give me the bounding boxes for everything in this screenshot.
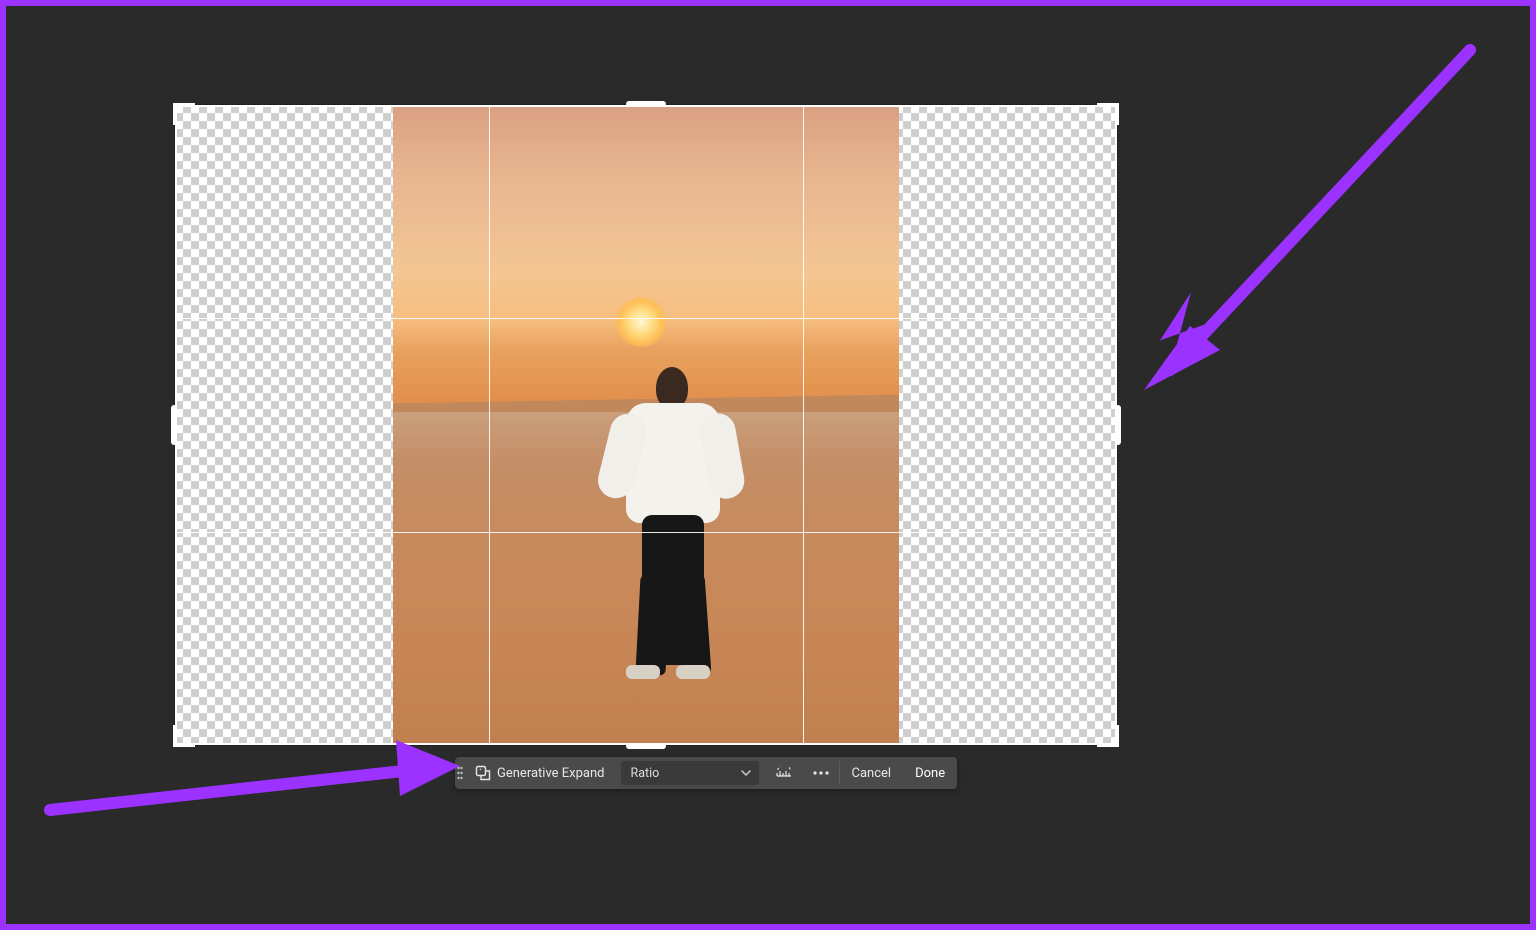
crop-handle-left[interactable] (171, 405, 177, 445)
crop-handle-right[interactable] (1115, 405, 1121, 445)
toolbar-drag-handle-icon[interactable] (455, 757, 465, 789)
crop-handle-top-right[interactable] (1097, 103, 1119, 125)
annotation-arrow-to-generative-expand (40, 730, 470, 830)
crop-handle-bottom-right[interactable] (1097, 725, 1119, 747)
crop-canvas[interactable] (175, 105, 1117, 745)
ratio-dropdown-label: Ratio (631, 766, 660, 781)
crop-handle-bottom[interactable] (626, 743, 666, 749)
done-button-label: Done (915, 766, 945, 781)
cancel-button[interactable]: Cancel (840, 757, 904, 789)
generative-expand-icon (475, 765, 491, 781)
straighten-button[interactable] (765, 757, 803, 789)
straighten-icon (775, 766, 793, 780)
done-button[interactable]: Done (903, 757, 957, 789)
ratio-dropdown[interactable]: Ratio (621, 761, 759, 785)
crop-context-toolbar: Generative Expand Ratio Cancel Done (455, 757, 957, 789)
annotation-arrow-to-crop-edge (1110, 30, 1490, 410)
crop-handle-bottom-left[interactable] (173, 725, 195, 747)
generative-expand-label: Generative Expand (497, 766, 605, 781)
crop-handle-top[interactable] (626, 101, 666, 107)
more-horizontal-icon (813, 771, 829, 775)
cancel-button-label: Cancel (852, 766, 892, 781)
more-options-button[interactable] (803, 757, 839, 789)
generative-expand-button[interactable]: Generative Expand (465, 757, 615, 789)
image-content (393, 105, 899, 745)
chevron-down-icon (741, 768, 751, 778)
crop-handle-top-left[interactable] (173, 103, 195, 125)
